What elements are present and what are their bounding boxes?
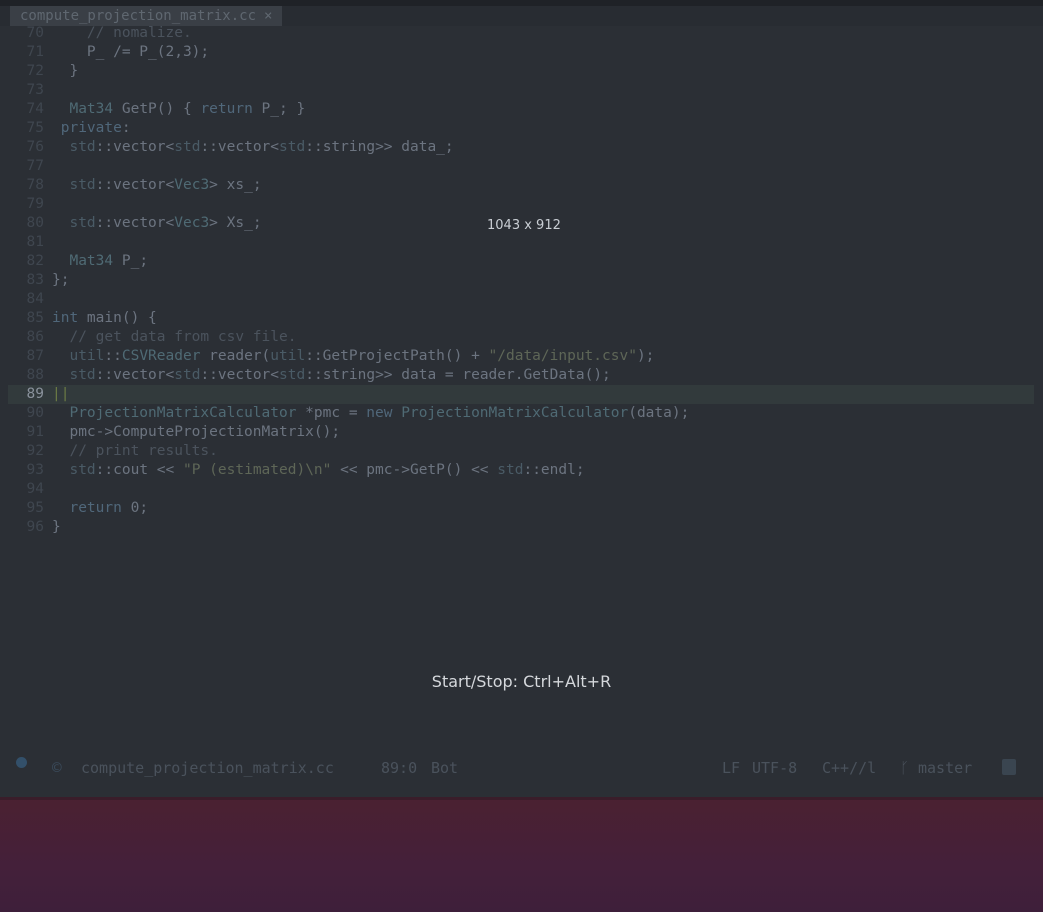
dot-icon <box>16 757 27 768</box>
code-text: Mat34 GetP() { return P_; } <box>69 101 306 117</box>
code-line[interactable]: 78 std::vector<Vec3> xs_; <box>8 176 1034 195</box>
line-number: 95 <box>26 500 44 516</box>
line-number: 89 <box>26 386 44 402</box>
code-text: } <box>52 63 79 79</box>
git-branch-icon: ᚴ <box>900 759 910 777</box>
modeline-scroll: Bot <box>431 759 459 777</box>
desktop-divider <box>0 797 1043 800</box>
code-line[interactable]: 77 <box>8 157 1034 176</box>
modeline-encoding[interactable]: UTF-8 <box>752 757 797 779</box>
line-number: 82 <box>26 253 44 269</box>
code-text: private: <box>60 120 131 136</box>
line-number: 85 <box>26 310 44 326</box>
line-number: 80 <box>26 215 44 231</box>
code-line[interactable]: 83}; <box>8 271 1034 290</box>
code-line[interactable]: 74 Mat34 GetP() { return P_; } <box>8 100 1034 119</box>
mode-line: © compute_projection_matrix.cc 89:0 Bot … <box>0 757 1043 779</box>
line-number: 87 <box>26 348 44 364</box>
modeline-mode[interactable]: C++//l <box>822 757 876 779</box>
code-line[interactable]: 87 util::CSVReader reader(util::GetProje… <box>8 347 1034 366</box>
line-number: 92 <box>26 443 44 459</box>
line-number: 71 <box>26 44 44 60</box>
code-line[interactable]: 91 pmc->ComputeProjectionMatrix(); <box>8 423 1034 442</box>
line-number: 88 <box>26 367 44 383</box>
line-number: 76 <box>26 139 44 155</box>
code-line[interactable]: 86 // get data from csv file. <box>8 328 1034 347</box>
code-text: Mat34 P_; <box>69 253 149 269</box>
code-line[interactable]: 88 std::vector<std::vector<std::string>>… <box>8 366 1034 385</box>
line-number: 86 <box>26 329 44 345</box>
line-number: 93 <box>26 462 44 478</box>
modeline-position: 89:0 <box>381 759 418 777</box>
code-text: util::CSVReader reader(util::GetProjectP… <box>69 348 655 364</box>
dimensions-overlay: 1043 x 912 <box>487 218 561 233</box>
line-number: 77 <box>26 158 44 174</box>
code-text: }; <box>52 272 70 288</box>
line-number: 74 <box>26 101 44 117</box>
line-number: 84 <box>26 291 44 307</box>
code-line[interactable]: 81 <box>8 233 1034 252</box>
code-text: std::cout << "P (estimated)\n" << pmc->G… <box>69 462 585 478</box>
code-line[interactable]: 82 Mat34 P_; <box>8 252 1034 271</box>
modeline-eol[interactable]: LF <box>722 757 740 779</box>
tab-compute-projection-matrix[interactable]: compute_projection_matrix.cc × <box>10 6 283 26</box>
line-number: 96 <box>26 519 44 535</box>
code-line[interactable]: 90 ProjectionMatrixCalculator *pmc = new… <box>8 404 1034 423</box>
line-number: 94 <box>26 481 44 497</box>
cpp-icon: © <box>52 758 62 777</box>
code-line[interactable]: 94 <box>8 480 1034 499</box>
tab-bar: compute_projection_matrix.cc × <box>0 6 1043 26</box>
line-number: 79 <box>26 196 44 212</box>
code-line[interactable]: 84 <box>8 290 1034 309</box>
code-text: || <box>52 386 70 402</box>
line-number: 70 <box>26 26 44 41</box>
line-number: 90 <box>26 405 44 421</box>
line-number: 75 <box>26 120 44 136</box>
code-text: } <box>52 519 61 535</box>
code-text: std::vector<Vec3> Xs_; <box>69 215 262 231</box>
code-line[interactable]: 89 || <box>8 385 1034 404</box>
code-line[interactable]: 93 std::cout << "P (estimated)\n" << pmc… <box>8 461 1034 480</box>
code-line[interactable]: 79 <box>8 195 1034 214</box>
save-icon[interactable] <box>1002 759 1016 775</box>
code-line[interactable]: 95 return 0; <box>8 499 1034 518</box>
code-editor[interactable]: 70 // nomalize. 71 P_ /= P_(2,3); 72 } 73 74… <box>0 26 1043 746</box>
close-icon[interactable]: × <box>264 8 272 24</box>
modeline-filename: compute_projection_matrix.cc <box>81 759 334 777</box>
code-text: P_ /= P_(2,3); <box>52 44 210 60</box>
code-text: std::vector<Vec3> xs_; <box>69 177 262 193</box>
code-text: return 0; <box>69 500 149 516</box>
code-line[interactable]: 76 std::vector<std::vector<std::string>>… <box>8 138 1034 157</box>
code-text: ProjectionMatrixCalculator *pmc = new Pr… <box>69 405 690 421</box>
code-text: int main() { <box>52 310 157 326</box>
code-line[interactable]: 72 } <box>8 62 1034 81</box>
line-number: 81 <box>26 234 44 250</box>
line-number: 72 <box>26 63 44 79</box>
code-text: // nomalize. <box>86 26 192 41</box>
code-line[interactable]: 85 int main() { <box>8 309 1034 328</box>
code-text: std::vector<std::vector<std::string>> da… <box>69 367 611 383</box>
code-line[interactable]: 92 // print results. <box>8 442 1034 461</box>
code-text: // get data from csv file. <box>69 329 297 345</box>
code-line[interactable]: 70 // nomalize. <box>8 26 1034 43</box>
code-line[interactable]: 73 <box>8 81 1034 100</box>
line-number: 73 <box>26 82 44 98</box>
line-number: 91 <box>26 424 44 440</box>
code-line[interactable]: 75 private: <box>8 119 1034 138</box>
line-number: 83 <box>26 272 44 288</box>
tab-filename: compute_projection_matrix.cc <box>20 8 257 24</box>
line-number: 78 <box>26 177 44 193</box>
code-line[interactable]: 96} <box>8 518 1034 537</box>
code-text: std::vector<std::vector<std::string>> da… <box>69 139 454 155</box>
code-line[interactable]: 71 P_ /= P_(2,3); <box>8 43 1034 62</box>
code-text: pmc->ComputeProjectionMatrix(); <box>52 424 341 440</box>
modeline-branch[interactable]: master <box>918 757 972 779</box>
desktop-background <box>0 797 1043 912</box>
code-text: // print results. <box>69 443 218 459</box>
recording-hint: Start/Stop: Ctrl+Alt+R <box>431 672 612 691</box>
